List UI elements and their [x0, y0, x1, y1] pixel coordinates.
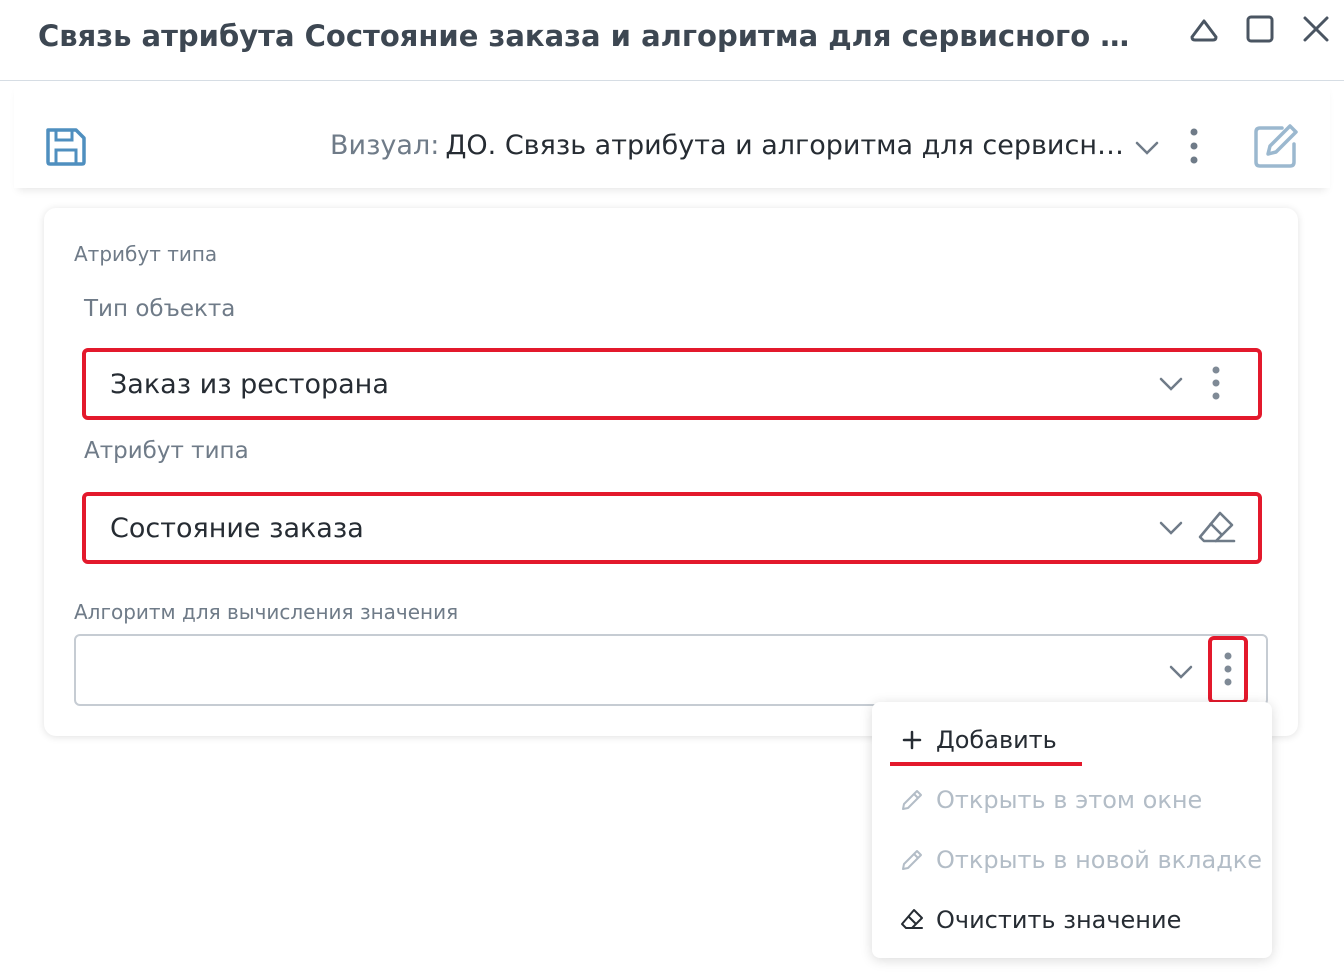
more-vertical-icon[interactable] [1206, 364, 1226, 404]
chevron-down-icon[interactable] [1134, 132, 1160, 172]
type-attribute-label: Атрибут типа [84, 438, 249, 464]
form-card: Атрибут типа Тип объекта Заказ из рестор… [44, 208, 1298, 736]
window-titlebar: Связь атрибута Состояние заказа и алгори… [0, 0, 1344, 81]
save-icon[interactable] [44, 126, 88, 168]
section-title: Атрибут типа [74, 242, 218, 266]
more-vertical-icon[interactable] [1218, 650, 1238, 690]
algorithm-more-button[interactable] [1208, 636, 1248, 704]
collapse-icon[interactable] [1186, 12, 1222, 48]
menu-item-label: Открыть в новой вкладке [936, 846, 1263, 874]
highlight-underline [890, 762, 1082, 766]
pencil-icon [900, 848, 924, 872]
menu-item-label: Добавить [936, 726, 1057, 754]
type-attribute-field[interactable]: Состояние заказа [82, 492, 1262, 564]
object-type-value: Заказ из ресторана [110, 368, 389, 400]
algorithm-label: Алгоритм для вычисления значения [74, 600, 459, 624]
chevron-down-icon[interactable] [1158, 520, 1184, 536]
menu-item-open-here[interactable]: Открыть в этом окне [872, 774, 1272, 826]
toolbar: Визуал: ДО. Связь атрибута и алгоритма д… [14, 82, 1330, 188]
algorithm-field[interactable] [74, 634, 1268, 706]
pencil-icon [900, 788, 924, 812]
plus-icon [900, 728, 924, 752]
type-attribute-value: Состояние заказа [110, 512, 364, 544]
object-type-label: Тип объекта [84, 296, 236, 322]
edit-icon[interactable] [1252, 122, 1300, 170]
visual-value: ДО. Связь атрибута и алгоритма для серви… [445, 130, 1136, 161]
eraser-icon[interactable] [1198, 510, 1236, 546]
menu-item-label: Очистить значение [936, 906, 1182, 934]
chevron-down-icon[interactable] [1158, 376, 1184, 392]
visual-select[interactable]: Визуал: ДО. Связь атрибута и алгоритма д… [330, 126, 1180, 166]
context-menu: Добавить Открыть в этом окне Открыть в н… [872, 702, 1272, 958]
menu-item-open-new-tab[interactable]: Открыть в новой вкладке [872, 834, 1272, 886]
more-vertical-icon[interactable] [1182, 124, 1206, 168]
window-title: Связь атрибута Состояние заказа и алгори… [38, 19, 1148, 53]
visual-label: Визуал: [330, 130, 440, 161]
object-type-field[interactable]: Заказ из ресторана [82, 348, 1262, 420]
close-icon[interactable] [1298, 12, 1334, 48]
menu-item-add[interactable]: Добавить [872, 714, 1272, 766]
maximize-icon[interactable] [1242, 12, 1278, 48]
eraser-icon [900, 908, 924, 932]
menu-item-clear-value[interactable]: Очистить значение [872, 894, 1272, 946]
chevron-down-icon[interactable] [1168, 664, 1194, 680]
menu-item-label: Открыть в этом окне [936, 786, 1203, 814]
